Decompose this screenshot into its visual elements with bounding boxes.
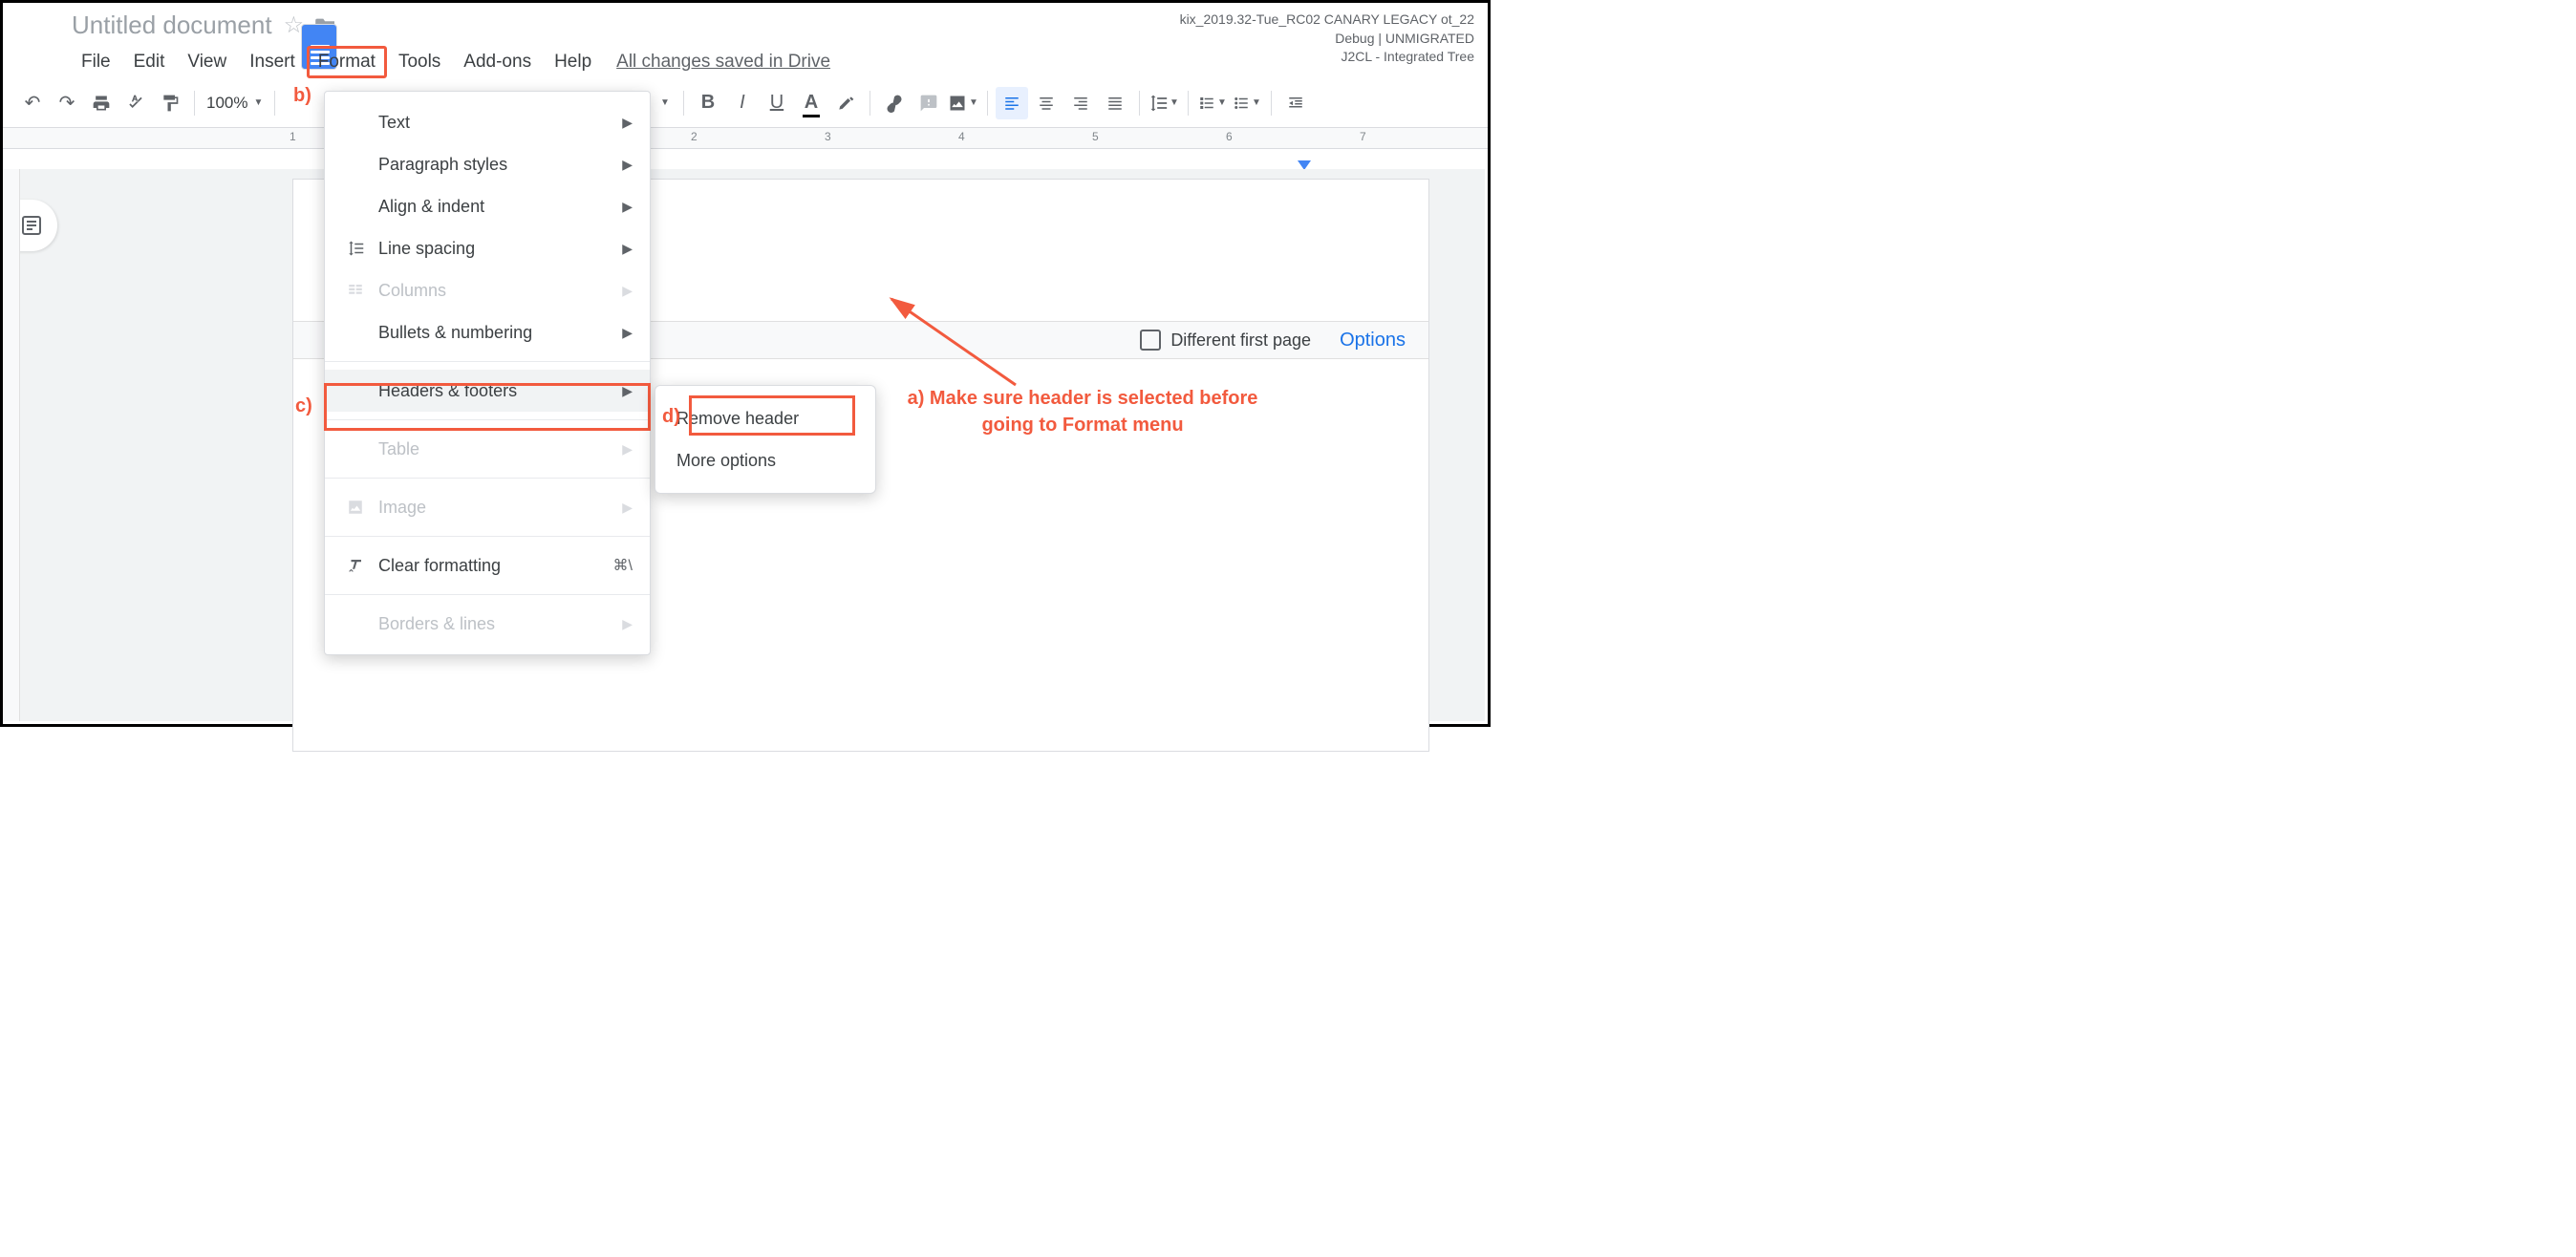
zoom-select[interactable]: 100%▼ — [203, 94, 267, 113]
submenu-more-options[interactable]: More options — [655, 439, 875, 481]
app-header: Untitled document ☆ File Edit View Inser… — [3, 3, 1488, 78]
menu-help[interactable]: Help — [543, 46, 603, 78]
align-justify-button[interactable] — [1099, 87, 1131, 119]
format-menu-bullets-numbering[interactable]: Bullets & numbering▶ — [325, 311, 650, 353]
align-left-button[interactable] — [996, 87, 1028, 119]
line-spacing-button[interactable]: ▼ — [1148, 87, 1180, 119]
vertical-ruler — [3, 169, 20, 721]
format-menu-line-spacing[interactable]: Line spacing▶ — [325, 227, 650, 269]
format-menu-headers-footers[interactable]: Headers & footers▶ — [325, 370, 650, 412]
format-menu-image: Image▶ — [325, 486, 650, 528]
format-menu-borders-lines: Borders & lines▶ — [325, 603, 650, 645]
text-color-button[interactable]: A — [795, 87, 827, 119]
format-menu-align-indent[interactable]: Align & indent▶ — [325, 185, 650, 227]
different-first-page-checkbox[interactable]: Different first page — [1140, 330, 1311, 351]
clear-formatting-icon — [342, 557, 369, 574]
menu-file[interactable]: File — [70, 46, 122, 78]
checkbox-icon[interactable] — [1140, 330, 1161, 351]
bold-button[interactable]: B — [692, 87, 724, 119]
checklist-button[interactable]: ▼ — [1196, 87, 1229, 119]
format-menu-clear-formatting[interactable]: Clear formatting ⌘\ — [325, 544, 650, 586]
undo-button[interactable]: ↶ — [16, 87, 49, 119]
insert-image-button[interactable]: ▼ — [947, 87, 979, 119]
format-menu-columns: Columns▶ — [325, 269, 650, 311]
bulleted-list-button[interactable]: ▼ — [1231, 87, 1263, 119]
docs-logo[interactable] — [14, 14, 53, 66]
image-icon — [342, 499, 369, 516]
header-options-link[interactable]: Options — [1340, 330, 1406, 352]
add-comment-button[interactable] — [912, 87, 945, 119]
format-menu-paragraph-styles[interactable]: Paragraph styles▶ — [325, 143, 650, 185]
annotation-c-label: c) — [295, 395, 312, 417]
italic-button[interactable]: I — [726, 87, 759, 119]
menu-format[interactable]: Format — [307, 46, 387, 78]
menu-insert[interactable]: Insert — [238, 46, 307, 78]
paint-format-button[interactable] — [154, 87, 186, 119]
format-menu: Text▶ Paragraph styles▶ Align & indent▶ … — [324, 91, 651, 655]
document-title[interactable]: Untitled document — [72, 11, 272, 40]
line-spacing-icon — [342, 240, 369, 257]
submenu-remove-header[interactable]: Remove header — [655, 397, 875, 439]
highlight-button[interactable] — [829, 87, 862, 119]
align-right-button[interactable] — [1064, 87, 1097, 119]
headers-footers-submenu: Remove header More options — [655, 385, 876, 494]
decrease-indent-button[interactable] — [1279, 87, 1312, 119]
menu-view[interactable]: View — [176, 46, 238, 78]
annotation-b-label: b) — [293, 85, 311, 107]
redo-button[interactable]: ↷ — [51, 87, 83, 119]
annotation-a-text: a) Make sure header is selected before g… — [882, 385, 1283, 438]
underline-button[interactable]: U — [761, 87, 793, 119]
menu-addons[interactable]: Add-ons — [452, 46, 543, 78]
ruler: 1 2 3 4 5 6 7 — [3, 128, 1488, 149]
insert-link-button[interactable] — [878, 87, 911, 119]
menu-tools[interactable]: Tools — [387, 46, 452, 78]
format-menu-text[interactable]: Text▶ — [325, 101, 650, 143]
columns-icon — [342, 282, 369, 299]
spellcheck-button[interactable] — [119, 87, 152, 119]
menu-edit[interactable]: Edit — [122, 46, 177, 78]
toolbar: ↶ ↷ 100%▼ 11▼ B I U A ▼ — [3, 78, 1488, 128]
format-menu-table: Table▶ — [325, 428, 650, 470]
save-status[interactable]: All changes saved in Drive — [616, 52, 830, 73]
print-button[interactable] — [85, 87, 118, 119]
annotation-d-label: d) — [662, 406, 680, 428]
debug-info: kix_2019.32-Tue_RC02 CANARY LEGACY ot_22… — [1180, 11, 1474, 67]
align-center-button[interactable] — [1030, 87, 1063, 119]
